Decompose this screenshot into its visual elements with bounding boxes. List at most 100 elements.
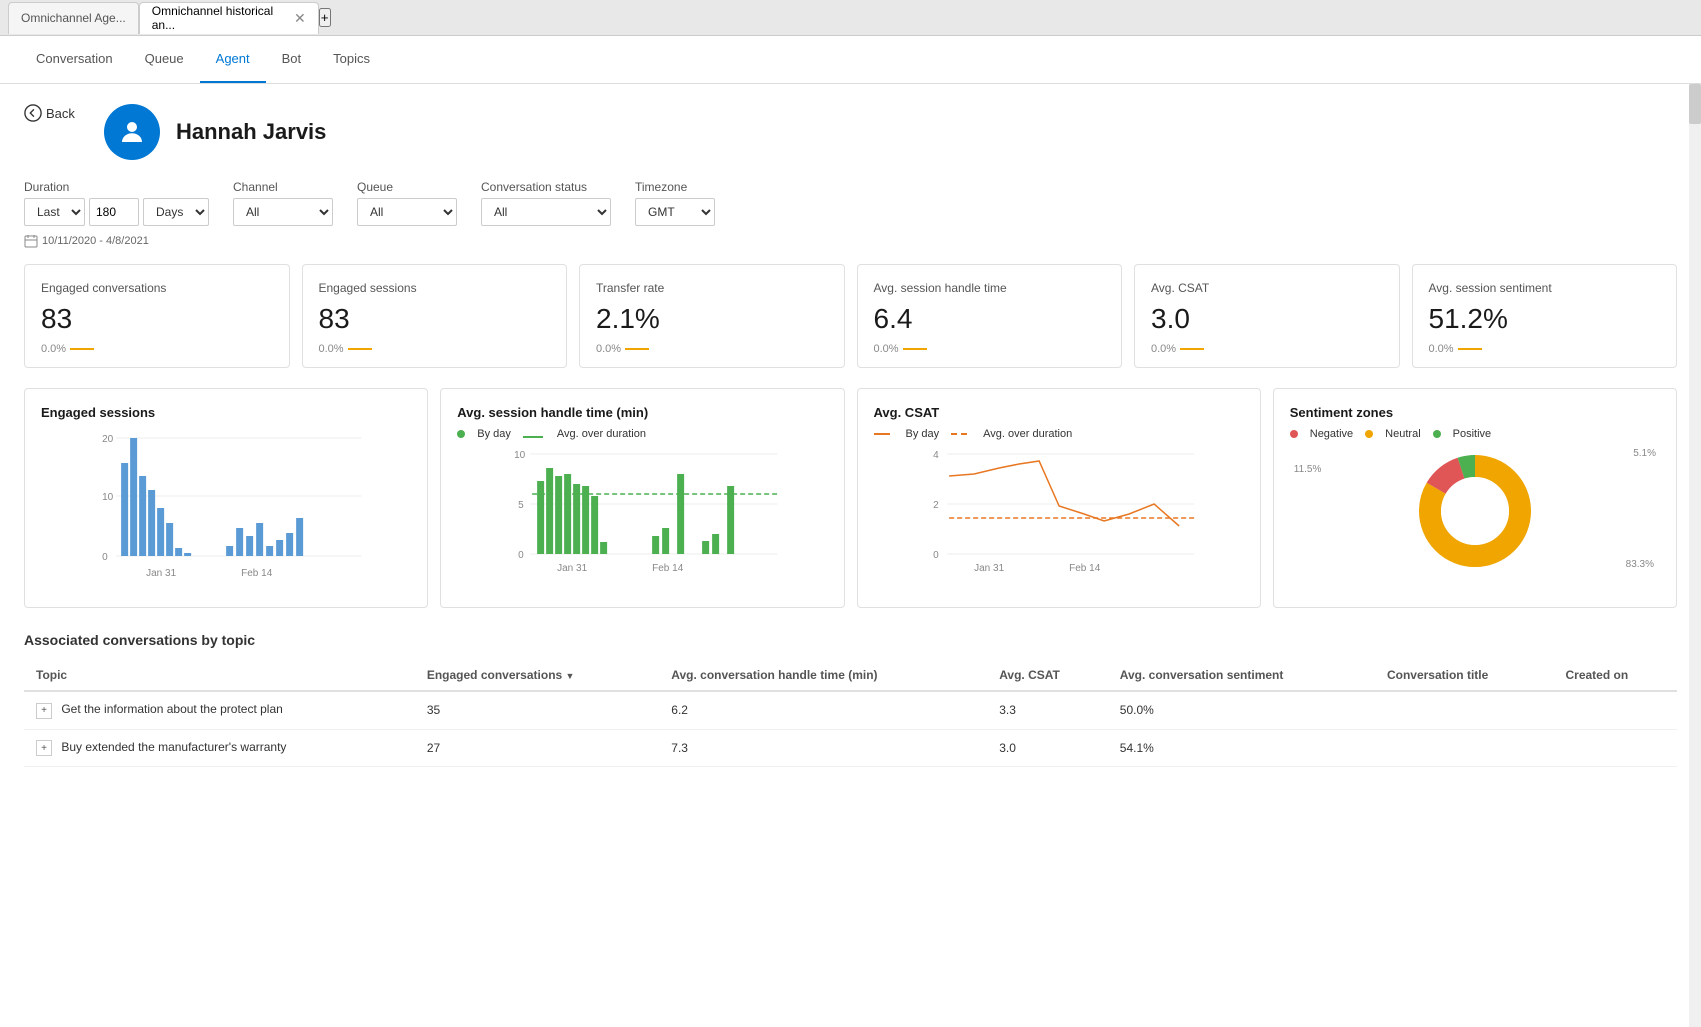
svg-text:0: 0 — [518, 550, 524, 561]
kpi-change: 0.0% — [319, 343, 344, 355]
kpi-change: 0.0% — [41, 343, 66, 355]
duration-unit-select[interactable]: Days — [143, 198, 209, 226]
chart-legend: Negative Neutral Positive — [1290, 428, 1660, 440]
kpi-engaged-conversations: Engaged conversations 83 0.0% — [24, 264, 290, 368]
kpi-bar — [625, 348, 649, 350]
timezone-select[interactable]: GMT — [635, 198, 715, 226]
chart-legend: By day Avg. over duration — [874, 428, 1244, 440]
cell-handle-time: 6.2 — [659, 691, 987, 729]
channel-select[interactable]: All — [233, 198, 333, 226]
kpi-bar — [70, 348, 94, 350]
table-title: Associated conversations by topic — [24, 632, 1677, 648]
scrollbar-thumb[interactable] — [1689, 84, 1701, 124]
kpi-title: Avg. session sentiment — [1429, 281, 1661, 295]
kpi-change: 0.0% — [874, 343, 899, 355]
positive-legend-dot — [1433, 430, 1441, 438]
donut-chart-svg — [1410, 446, 1540, 576]
col-csat: Avg. CSAT — [987, 660, 1108, 691]
kpi-footer: 0.0% — [874, 343, 1106, 355]
kpi-title: Engaged conversations — [41, 281, 273, 295]
kpi-footer: 0.0% — [1151, 343, 1383, 355]
person-icon — [117, 117, 147, 147]
status-select[interactable]: All — [481, 198, 611, 226]
tab-omnichannel-agent[interactable]: Omnichannel Age... — [8, 2, 139, 34]
nav-item-topics[interactable]: Topics — [317, 35, 386, 83]
csat-chart-svg: 4 2 0 Jan 31 Feb 14 — [874, 446, 1244, 586]
kpi-value: 6.4 — [874, 303, 1106, 335]
duration-controls: Last Days — [24, 198, 209, 226]
svg-text:10: 10 — [514, 450, 526, 461]
charts-row: Engaged sessions 20 10 0 — [24, 388, 1677, 608]
tab-omnichannel-historical[interactable]: Omnichannel historical an... ✕ — [139, 2, 319, 34]
nav-label: Topics — [333, 51, 370, 66]
close-icon[interactable]: ✕ — [294, 10, 306, 27]
nav-label: Bot — [282, 51, 302, 66]
svg-text:20: 20 — [102, 434, 114, 445]
svg-text:5: 5 — [518, 500, 524, 511]
topic-text: Get the information about the protect pl… — [61, 702, 282, 716]
kpi-title: Engaged sessions — [319, 281, 551, 295]
kpi-change: 0.0% — [596, 343, 621, 355]
kpi-avg-sentiment: Avg. session sentiment 51.2% 0.0% — [1412, 264, 1678, 368]
svg-text:Jan 31: Jan 31 — [557, 563, 587, 574]
chart-engaged-sessions: Engaged sessions 20 10 0 — [24, 388, 428, 608]
kpi-title: Avg. session handle time — [874, 281, 1106, 295]
legend-line-by-day — [874, 433, 890, 435]
svg-text:Feb 14: Feb 14 — [652, 563, 684, 574]
kpi-title: Avg. CSAT — [1151, 281, 1383, 295]
chart-legend: By day Avg. over duration — [457, 428, 827, 440]
queue-select[interactable]: All — [357, 198, 457, 226]
kpi-value: 51.2% — [1429, 303, 1661, 335]
calendar-icon — [24, 234, 38, 248]
kpi-avg-handle-time: Avg. session handle time 6.4 0.0% — [857, 264, 1123, 368]
back-button[interactable]: Back — [24, 104, 75, 122]
chart-handle-time: Avg. session handle time (min) By day Av… — [440, 388, 844, 608]
status-label: Conversation status — [481, 180, 611, 194]
kpi-footer: 0.0% — [596, 343, 828, 355]
nav-item-queue[interactable]: Queue — [129, 35, 200, 83]
chart-title: Avg. CSAT — [874, 405, 1244, 420]
kpi-footer: 0.0% — [319, 343, 551, 355]
expand-button[interactable]: + — [36, 703, 52, 719]
cell-topic: + Get the information about the protect … — [24, 691, 415, 729]
add-tab-button[interactable]: + — [319, 8, 331, 27]
kpi-value: 83 — [319, 303, 551, 335]
queue-label: Queue — [357, 180, 457, 194]
channel-label: Channel — [233, 180, 333, 194]
page-title: Hannah Jarvis — [176, 119, 326, 145]
col-handle-time: Avg. conversation handle time (min) — [659, 660, 987, 691]
kpi-bar — [903, 348, 927, 350]
svg-text:2: 2 — [933, 500, 939, 511]
kpi-row: Engaged conversations 83 0.0% Engaged se… — [24, 264, 1677, 368]
expand-button[interactable]: + — [36, 740, 52, 756]
svg-text:10: 10 — [102, 492, 114, 503]
page-header: Hannah Jarvis — [24, 104, 1677, 160]
kpi-bar — [348, 348, 372, 350]
duration-value-input[interactable] — [89, 198, 139, 226]
col-engaged[interactable]: Engaged conversations ▼ — [415, 660, 659, 691]
col-conv-title: Conversation title — [1375, 660, 1554, 691]
cell-conv-title — [1375, 691, 1554, 729]
nav-item-conversation[interactable]: Conversation — [20, 35, 129, 83]
avatar — [104, 104, 160, 160]
duration-filter: Duration Last Days — [24, 180, 209, 226]
neutral-legend-dot — [1365, 430, 1373, 438]
tab-label: Omnichannel historical an... — [152, 4, 286, 32]
topics-table: Topic Engaged conversations ▼ Avg. conve… — [24, 660, 1677, 767]
nav-item-agent[interactable]: Agent — [200, 35, 266, 83]
sessions-chart-svg: 20 10 0 — [41, 428, 411, 588]
cell-csat: 3.0 — [987, 729, 1108, 767]
scrollbar[interactable] — [1689, 84, 1701, 1027]
cell-created-on — [1553, 691, 1677, 729]
kpi-transfer-rate: Transfer rate 2.1% 0.0% — [579, 264, 845, 368]
nav-label: Queue — [145, 51, 184, 66]
nav-item-bot[interactable]: Bot — [266, 35, 318, 83]
cell-sentiment: 54.1% — [1108, 729, 1375, 767]
timezone-filter: Timezone GMT — [635, 180, 715, 226]
negative-legend-dot — [1290, 430, 1298, 438]
topic-text: Buy extended the manufacturer's warranty — [61, 740, 286, 754]
cell-engaged: 35 — [415, 691, 659, 729]
col-sentiment: Avg. conversation sentiment — [1108, 660, 1375, 691]
positive-legend-label: Positive — [1453, 428, 1492, 440]
duration-preset-select[interactable]: Last — [24, 198, 85, 226]
